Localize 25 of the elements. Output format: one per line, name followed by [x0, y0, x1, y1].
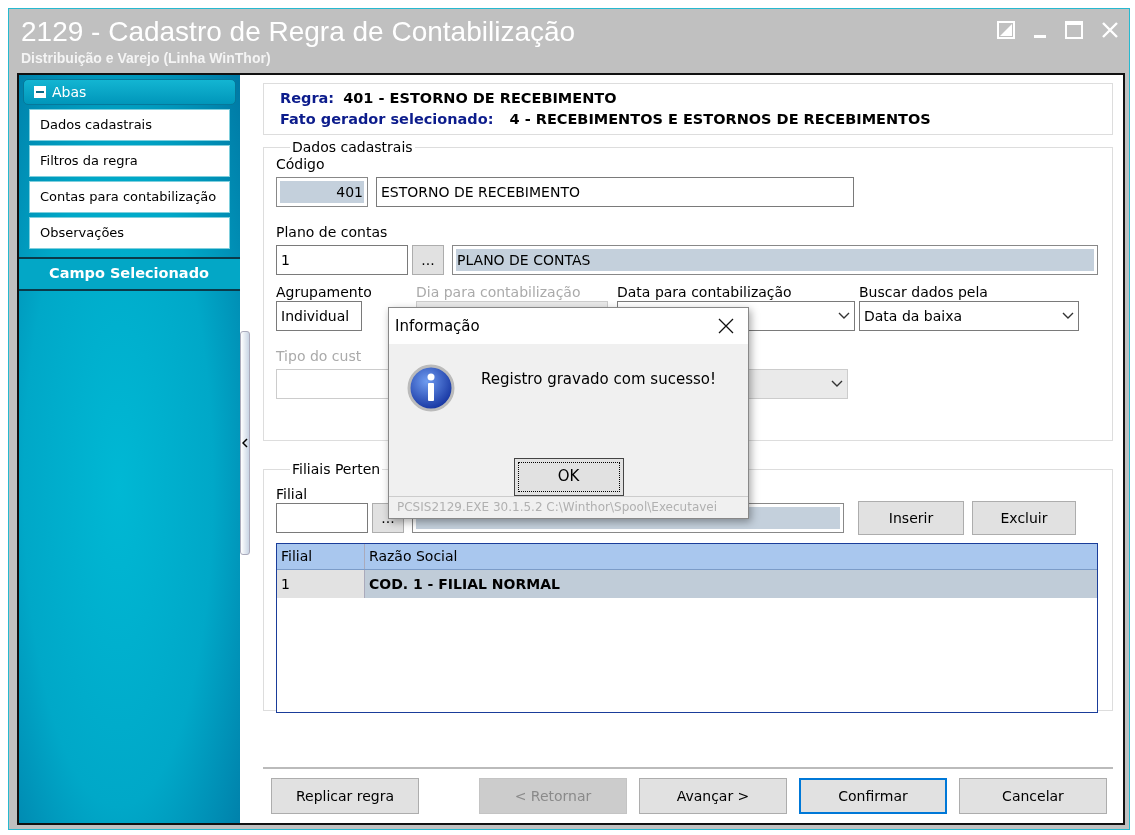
group-title: Filiais Perten [291, 461, 382, 477]
dropdown-value: Individual [281, 306, 350, 326]
field-label: Agrupamento [276, 283, 373, 301]
table-cell: 1 [277, 570, 365, 598]
group-title: Dados cadastrais [291, 139, 414, 155]
event-label: Fato gerador selecionado: [280, 111, 494, 127]
field-label: Data para contabilização [617, 283, 793, 301]
field-label: Buscar dados pela [859, 283, 989, 301]
rule-value: 401 - ESTORNO DE RECEBIMENTO [343, 90, 617, 106]
section-title: Campo Selecionado [19, 257, 241, 291]
dropdown-value: Data da baixa [864, 306, 962, 326]
dialog-message: Registro gravado com sucesso! [481, 368, 716, 390]
account-name-field: PLANO DE CONTAS [452, 245, 1098, 275]
dialog-title: Informação [395, 315, 480, 337]
tabs-group-label: Abas [52, 82, 87, 102]
field-label: Dia para contabilização [416, 283, 582, 301]
window-title: 2129 - Cadastro de Regra de Contabilização [21, 15, 576, 49]
event-value: 4 - RECEBIMENTOS E ESTORNOS DE RECEBIMENTOS [509, 111, 931, 127]
field-label: Filial [276, 485, 309, 503]
field-label: Plano de contas [276, 223, 389, 241]
rule-label: Regra: [280, 90, 335, 106]
field-label: Tipo do cust [276, 347, 363, 365]
field-label: Código [276, 155, 326, 173]
table-cell-text: COD. 1 - FILIAL NORMAL [368, 574, 561, 594]
dialog-footer-text: PCSIS2129.EXE 30.1.5.2 C:\Winthor\Spool\Executavei [389, 495, 748, 518]
